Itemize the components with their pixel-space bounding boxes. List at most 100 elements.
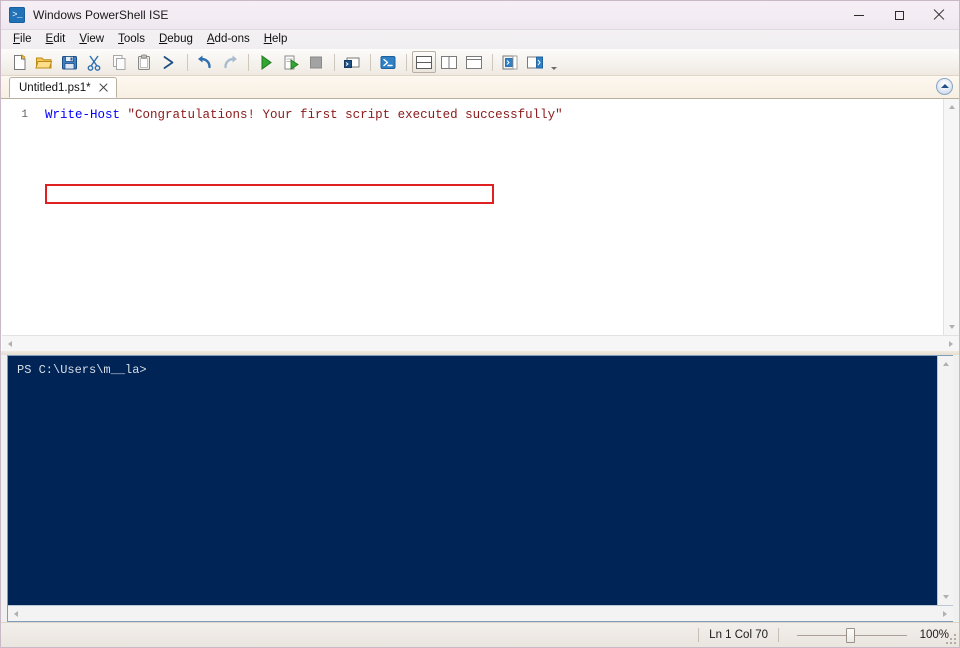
script-editor-surface[interactable]: 1 Write-Host "Congratulations! Your firs… [2,99,943,335]
console-output-area[interactable]: PS C:\Users\m__la> [8,356,937,605]
powershell-icon-glyph: >_ [12,10,22,20]
chevron-up-icon[interactable] [936,78,953,95]
show-command-window-button[interactable] [523,51,547,73]
toolbar [1,49,959,76]
scroll-left-icon[interactable] [8,606,24,622]
maximize-button[interactable] [879,1,919,29]
scroll-left-icon[interactable] [2,336,18,352]
line-number: 1 [21,109,28,121]
menu-item-help[interactable]: Help [257,31,295,48]
menu-accel: F [13,33,21,45]
remote-tab-icon [344,57,360,68]
scroll-down-icon[interactable] [938,589,954,605]
commands-addon-icon [502,55,518,69]
redo-arrow-icon [224,55,237,68]
caret-position-label: Ln 1 Col 70 [709,629,768,641]
menu-label-rest: ebug [167,33,193,45]
menu-item-file[interactable]: File [6,31,39,48]
open-script-button[interactable] [32,51,56,73]
scroll-up-icon[interactable] [944,99,960,115]
menu-accel: A [206,33,215,45]
menu-item-edit[interactable]: Edit [39,31,73,48]
layout-stacked-button[interactable] [412,51,436,73]
script-horizontal-scrollbar[interactable] [2,335,959,351]
zoom-slider[interactable] [797,627,907,643]
layout-stacked-icon [416,55,432,69]
script-editor-body: 1 Write-Host "Congratulations! Your firs… [2,99,959,335]
save-script-button[interactable] [57,51,81,73]
close-button[interactable] [919,1,959,29]
code-token-string: "Congratulations! Your first script exec… [127,108,563,122]
undo-button[interactable] [193,51,217,73]
tab-untitled1-ps1[interactable]: Untitled1.ps1* [9,77,117,98]
minimize-icon [854,14,864,16]
powershell-ise-window: >_ Windows PowerShell ISE File Edit View… [0,0,960,648]
copy-icon [112,54,125,70]
menu-label-rest: ools [123,33,145,45]
zoom-slider-thumb[interactable] [846,627,855,643]
tab-strip: Untitled1.ps1* [1,76,959,99]
redo-button[interactable] [218,51,242,73]
layout-maximized-icon [466,55,482,69]
console-body: PS C:\Users\m__la> [8,356,953,605]
console-vertical-scrollbar[interactable] [937,356,953,605]
run-selection-button[interactable] [279,51,303,73]
stop-operation-button[interactable] [304,51,328,73]
menu-label-rest: dit [53,33,66,45]
menu-item-tools[interactable]: Tools [111,31,152,48]
console-pane[interactable]: PS C:\Users\m__la> [7,355,953,622]
scroll-up-icon[interactable] [938,356,954,372]
layout-side-by-side-icon [441,55,457,69]
toolbar-separator [492,53,493,71]
toolbar-separator [248,53,249,71]
tab-label: Untitled1.ps1* [19,81,91,94]
new-script-button[interactable] [7,51,31,73]
minimize-button[interactable] [839,1,879,29]
console-horizontal-scrollbar[interactable] [8,605,953,621]
menu-item-add-ons[interactable]: Add-ons [200,31,257,48]
undo-arrow-icon [198,55,211,68]
prompt-chevron-icon [163,55,174,69]
copy-button[interactable] [107,51,131,73]
toolbar-separator [370,53,371,71]
resize-grip[interactable] [945,633,957,645]
paste-button[interactable] [132,51,156,73]
command-window-icon [527,56,543,68]
scroll-down-icon[interactable] [944,319,960,335]
new-document-icon [13,53,26,70]
stop-square-icon [310,56,322,68]
code-line-1: 1 Write-Host "Congratulations! Your firs… [2,107,563,123]
toolbar-separator [406,53,407,71]
new-remote-tab-button[interactable] [340,51,364,73]
script-vertical-scrollbar[interactable] [943,99,959,335]
layout-maximized-button[interactable] [462,51,486,73]
menu-item-view[interactable]: View [72,31,111,48]
scroll-right-icon[interactable] [937,606,953,622]
menu-accel: H [263,33,273,45]
save-disk-icon [61,55,77,69]
show-commands-addon-button[interactable] [498,51,522,73]
powershell-icon: >_ [9,7,25,23]
red-highlight-box [45,184,494,204]
powershell-console-icon [380,55,396,69]
clear-console-button[interactable] [157,51,181,73]
status-separator [778,628,779,642]
toolbar-separator [334,53,335,71]
menu-item-debug[interactable]: Debug [152,31,200,48]
layout-side-by-side-button[interactable] [437,51,461,73]
open-folder-icon [35,57,53,68]
cut-button[interactable] [82,51,106,73]
console-prompt: PS C:\Users\m__la> [17,363,147,377]
menu-label-rest: elp [272,33,288,45]
toolbar-overflow-button[interactable] [548,51,560,73]
start-powershell-button[interactable] [376,51,400,73]
code-token-cmdlet: Write-Host [45,108,121,122]
run-script-button[interactable] [254,51,278,73]
title-bar: >_ Windows PowerShell ISE [1,1,959,30]
window-controls [839,1,959,29]
toolbar-separator [187,53,188,71]
tab-close-icon[interactable] [98,82,110,94]
scroll-right-icon[interactable] [943,336,959,352]
script-pane: 1 Write-Host "Congratulations! Your firs… [1,99,959,351]
